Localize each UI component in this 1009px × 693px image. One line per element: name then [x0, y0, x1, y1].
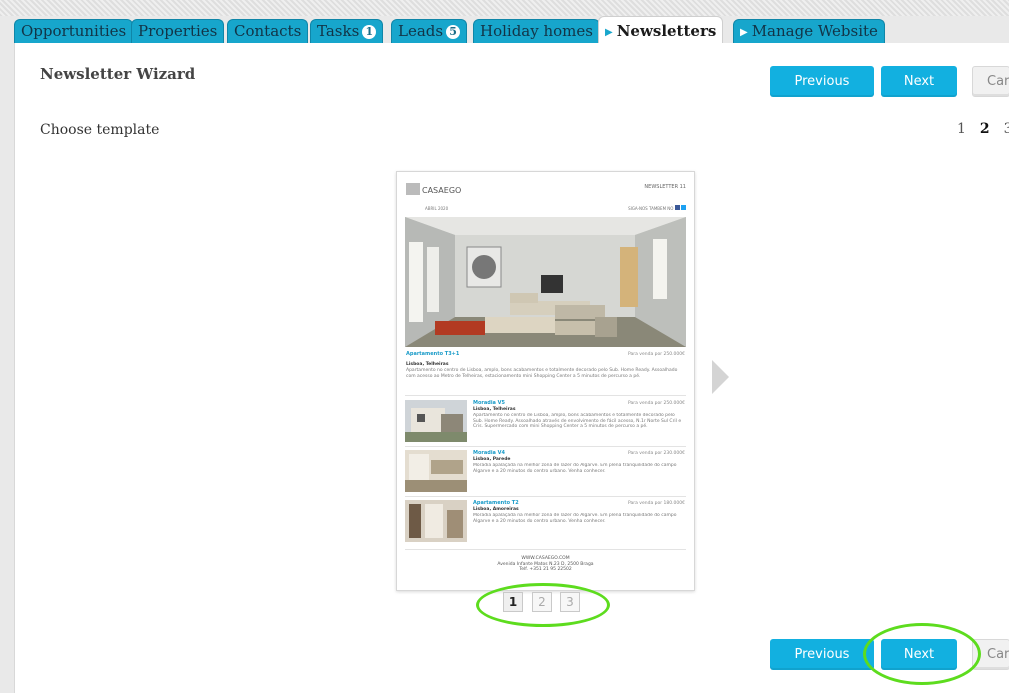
tab-label: Newsletters — [616, 22, 717, 40]
featured-title: Apartamento T3+1 — [406, 351, 556, 358]
caret-right-icon: ▶ — [740, 27, 748, 38]
featured-location: Lisboa, Telheiras — [406, 362, 449, 367]
tab-newsletters[interactable]: ▶ Newsletters — [598, 16, 724, 43]
listing-3-description: Moradia apalaçada na melhor zona de laze… — [473, 513, 677, 524]
pager-top: 123 — [957, 121, 1009, 137]
tab-contacts[interactable]: Contacts — [227, 19, 309, 43]
tab-holiday-homes[interactable]: Holiday homes — [473, 19, 600, 43]
listing-3-thumbnail — [405, 500, 467, 542]
listing-1-thumbnail — [405, 400, 467, 442]
page-link-2[interactable]: 2 — [980, 121, 990, 137]
listing-1-title: Moradia V5 — [473, 400, 506, 407]
newsletter-footer: WWW.CASAEGO.COM Avenida Infante Matos N.… — [397, 556, 694, 573]
follow-text: SIGA-NOS TAMBEM NO — [628, 206, 674, 211]
listing-1-location: Lisboa, Telheiras — [473, 407, 516, 412]
tab-leads[interactable]: Leads 5 — [391, 19, 468, 43]
listing-2-description: Moradia apalaçada na melhor zona de laze… — [473, 463, 677, 474]
previous-button-top[interactable]: Previous — [770, 66, 874, 97]
tab-label: Opportunities — [21, 22, 127, 40]
divider — [405, 446, 686, 447]
listing-2-title: Moradia V4 — [473, 450, 506, 457]
newsletter-logo: CASAEGO — [406, 183, 461, 195]
cancel-button-bottom[interactable]: Car — [972, 639, 1009, 670]
tab-tasks[interactable]: Tasks 1 — [310, 19, 384, 43]
tab-opportunities[interactable]: Opportunities — [14, 19, 134, 43]
listing-2-price: Para venda por 230.000€ — [628, 451, 685, 456]
next-button-bottom[interactable]: Next — [881, 639, 957, 670]
tab-properties[interactable]: Properties — [131, 19, 225, 43]
newsletter-number: NEWSLETTER 11 — [644, 184, 686, 190]
previous-button-bottom[interactable]: Previous — [770, 639, 874, 670]
living-room-illustration — [405, 217, 686, 347]
tab-label: Tasks — [317, 22, 360, 40]
listing-title-text: Moradia V4 — [473, 450, 506, 456]
top-pattern — [0, 0, 1009, 16]
facebook-icon — [674, 205, 680, 210]
listing-1-description: Apartamento no centro de Lisboa, amplo, … — [473, 413, 682, 429]
hero-image — [405, 217, 686, 347]
page-link-3[interactable]: 3 — [1004, 121, 1009, 137]
tab-label: Properties — [138, 22, 218, 40]
logo-cube-icon — [406, 183, 420, 195]
listing-3-location: Lisboa, Amoreiras — [473, 507, 519, 512]
listing-title-text: Moradia V5 — [473, 400, 506, 406]
listing-3-title: Apartamento T2 — [473, 500, 519, 507]
tab-label: Leads — [398, 22, 444, 40]
twitter-icon — [681, 205, 686, 210]
listing-3-price: Para venda por 180.000€ — [628, 501, 685, 506]
featured-description: Apartamento no centro de Lisboa, amplo, … — [406, 368, 678, 379]
page-link-1[interactable]: 1 — [957, 121, 966, 137]
newsletter-date: ABRIL 2020 — [425, 206, 449, 211]
divider — [405, 496, 686, 497]
divider — [405, 395, 686, 396]
tab-label: Manage Website — [751, 22, 878, 40]
template-page-2[interactable]: 2 — [532, 592, 552, 612]
footer-phone: Telf. +351 21 95 22502 — [519, 567, 572, 572]
listing-1-price: Para venda por 250.000€ — [628, 401, 685, 406]
featured-title-text: Apartamento T3+1 — [406, 351, 460, 357]
listing-2-location: Lisboa, Parede — [473, 457, 511, 462]
tab-label: Holiday homes — [480, 22, 593, 40]
listing-title-text: Apartamento T2 — [473, 500, 519, 506]
featured-price: Para venda por 250.000€ — [628, 352, 685, 357]
template-preview[interactable]: CASAEGO NEWSLETTER 11 ABRIL 2020 SIGA-NO… — [396, 171, 695, 591]
tab-label: Contacts — [234, 22, 302, 40]
divider — [405, 549, 686, 550]
step-label: Choose template — [40, 122, 160, 138]
main-tabbar: Opportunities Properties Contacts Tasks 1… — [14, 16, 1009, 43]
tab-manage-website[interactable]: ▶ Manage Website — [733, 19, 885, 43]
logo-text: CASAEGO — [422, 186, 462, 195]
next-template-arrow[interactable] — [712, 360, 729, 394]
template-page-1[interactable]: 1 — [503, 592, 523, 612]
leads-count-badge: 5 — [446, 25, 461, 39]
newsletter-follow: SIGA-NOS TAMBEM NO — [628, 205, 686, 211]
template-page-3[interactable]: 3 — [560, 592, 580, 612]
listing-2-thumbnail — [405, 450, 467, 492]
tasks-count-badge: 1 — [362, 25, 377, 39]
cancel-button-top[interactable]: Car — [972, 66, 1009, 97]
page-title: Newsletter Wizard — [40, 65, 196, 83]
next-button-top[interactable]: Next — [881, 66, 957, 97]
wizard-panel: Newsletter Wizard Choose template Previo… — [14, 43, 1009, 693]
